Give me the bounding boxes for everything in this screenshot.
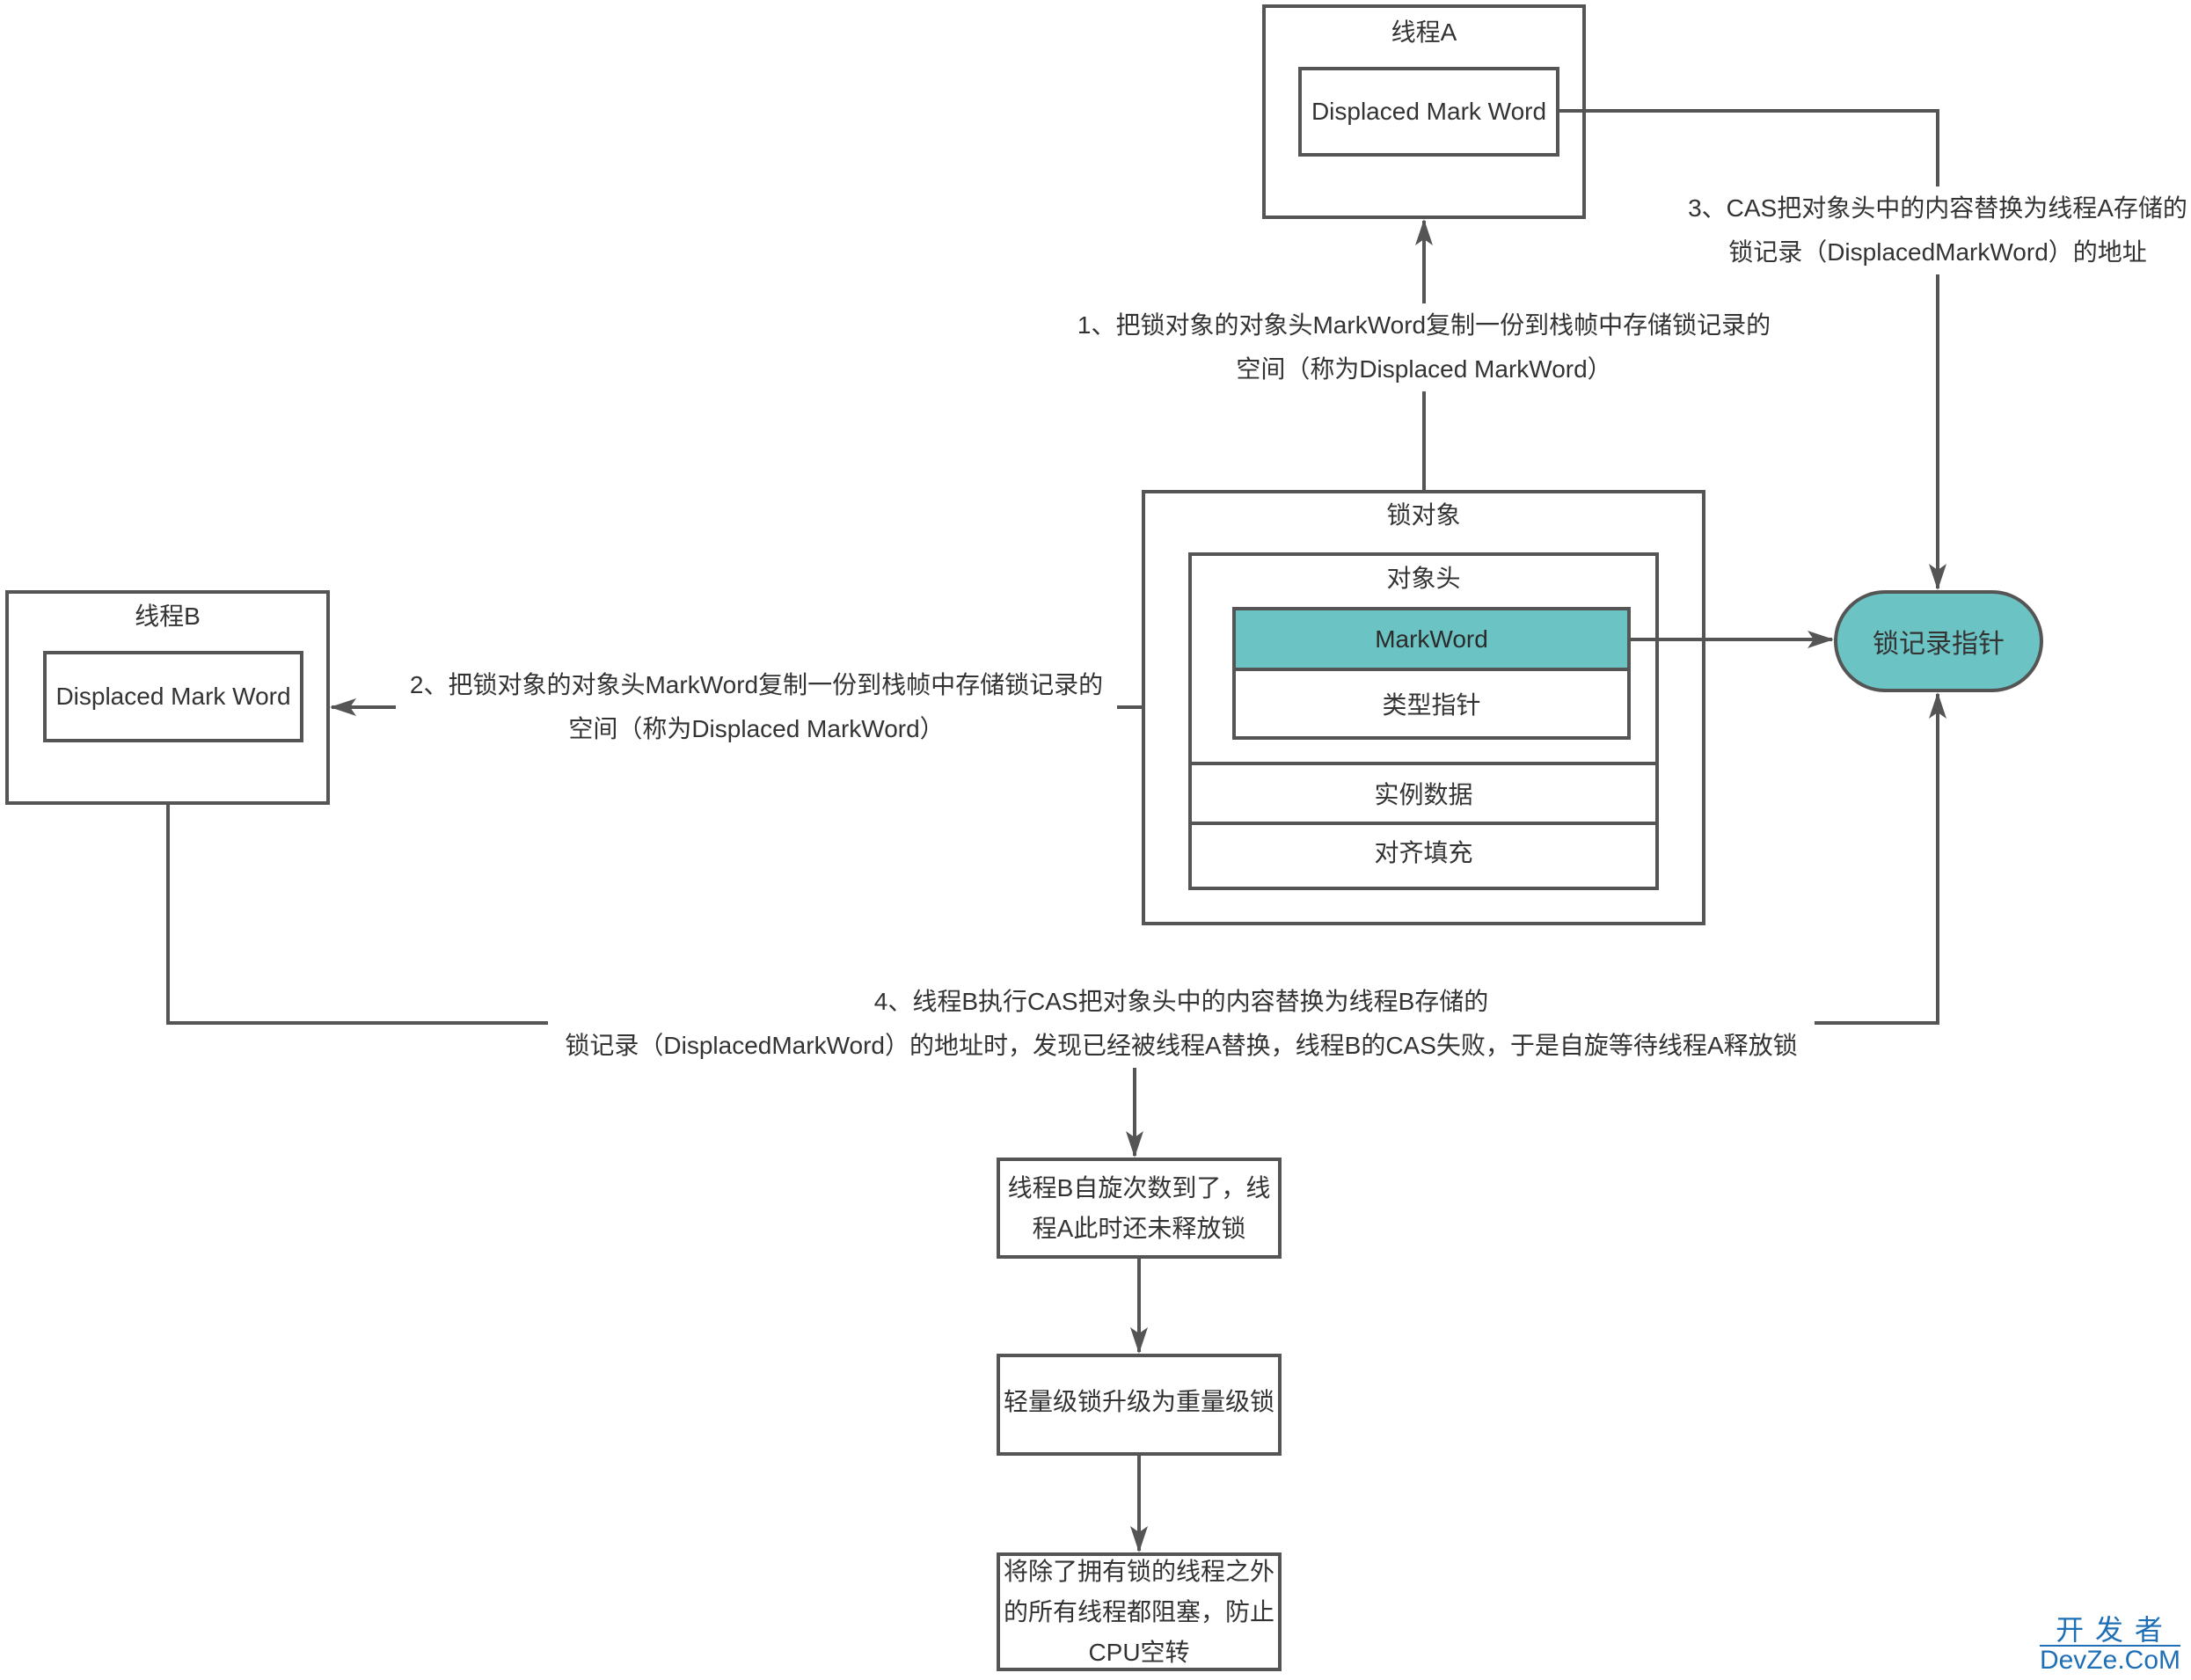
step-4-label: 4、线程B执行CAS把对象头中的内容替换为线程B存储的 锁记录（Displace… (548, 980, 1815, 1068)
lock-record-pointer-label: 锁记录指针 (1873, 630, 2005, 659)
object-header-container: 对象头 MarkWord 类型指针 实例数据 对齐填充 (1188, 552, 1659, 890)
lock-record-pointer-node: 锁记录指针 (1834, 590, 2043, 692)
step-2-label: 2、把锁对象的对象头MarkWord复制一份到栈帧中存储锁记录的 空间（称为Di… (396, 663, 1117, 751)
object-header-title: 对象头 (1386, 565, 1461, 592)
thread-a-box: 线程A Displaced Mark Word (1262, 4, 1586, 219)
step-1-line-1: 1、把锁对象的对象头MarkWord复制一份到栈帧中存储锁记录的 (1077, 311, 1771, 339)
thread-b-displaced-mark-word: Displaced Mark Word (43, 651, 303, 742)
type-pointer-label: 类型指针 (1382, 691, 1481, 719)
step-1-line-2: 空间（称为Displaced MarkWord） (1236, 355, 1612, 383)
thread-b-record-label: Displaced Mark Word (55, 683, 291, 710)
flow-box-block-threads-line-3: CPU空转 (1088, 1638, 1190, 1666)
thread-b-title: 线程B (135, 603, 201, 630)
flow-box-upgrade-heavyweight: 轻量级锁升级为重量级锁 (997, 1354, 1282, 1456)
watermark: 开 发 者 DevZe.CoM (2039, 1615, 2180, 1675)
watermark-line-2: DevZe.CoM (2039, 1646, 2180, 1675)
flow-box-spin-limit-line-1: 线程B自旋次数到了，线 (1007, 1173, 1271, 1202)
flow-box-upgrade-heavyweight-line-1: 轻量级锁升级为重量级锁 (1003, 1388, 1274, 1415)
watermark-line-1: 开 发 者 (2039, 1615, 2180, 1647)
mark-word-cell: MarkWord (1232, 607, 1631, 671)
mark-word-label: MarkWord (1375, 625, 1488, 653)
thread-a-record-label: Displaced Mark Word (1311, 98, 1547, 125)
padding-label: 对齐填充 (1374, 839, 1473, 866)
step-4-line-1: 4、线程B执行CAS把对象头中的内容替换为线程B存储的 (873, 988, 1489, 1015)
thread-a-title: 线程A (1391, 18, 1457, 46)
lock-object-title: 锁对象 (1386, 501, 1461, 529)
thread-b-box: 线程B Displaced Mark Word (5, 590, 330, 805)
flow-box-spin-limit-line-2: 程A此时还未释放锁 (1032, 1214, 1246, 1242)
flow-box-block-threads-line-1: 将除了拥有锁的线程之外 (1003, 1557, 1274, 1585)
step-2-line-1: 2、把锁对象的对象头MarkWord复制一份到栈帧中存储锁记录的 (409, 671, 1104, 698)
step-3-line-2: 锁记录（DisplacedMarkWord）的地址 (1728, 238, 2147, 266)
flow-box-block-threads: 将除了拥有锁的线程之外 的所有线程都阻塞，防止 CPU空转 (997, 1552, 1282, 1671)
step-4-line-2: 锁记录（DisplacedMarkWord）的地址时，发现已经被线程A替换，线程… (565, 1032, 1798, 1059)
instance-data-row: 实例数据 (1192, 762, 1655, 822)
lock-object-box: 锁对象 对象头 MarkWord 类型指针 实例数据 对齐填充 (1142, 490, 1705, 925)
instance-data-label: 实例数据 (1374, 781, 1473, 808)
type-pointer-cell: 类型指针 (1232, 668, 1631, 740)
flow-box-spin-limit: 线程B自旋次数到了，线 程A此时还未释放锁 (997, 1158, 1282, 1259)
thread-a-displaced-mark-word: Displaced Mark Word (1298, 67, 1559, 157)
padding-row: 对齐填充 (1192, 822, 1655, 887)
step-1-label: 1、把锁对象的对象头MarkWord复制一份到栈帧中存储锁记录的 空间（称为Di… (1055, 303, 1793, 391)
step-2-line-2: 空间（称为Displaced MarkWord） (568, 715, 945, 742)
flow-box-block-threads-line-2: 的所有线程都阻塞，防止 (1003, 1597, 1274, 1625)
step-3-label: 3、CAS把对象头中的内容替换为线程A存储的 锁记录（DisplacedMark… (1683, 186, 2191, 274)
step-3-line-1: 3、CAS把对象头中的内容替换为线程A存储的 (1688, 194, 2187, 222)
